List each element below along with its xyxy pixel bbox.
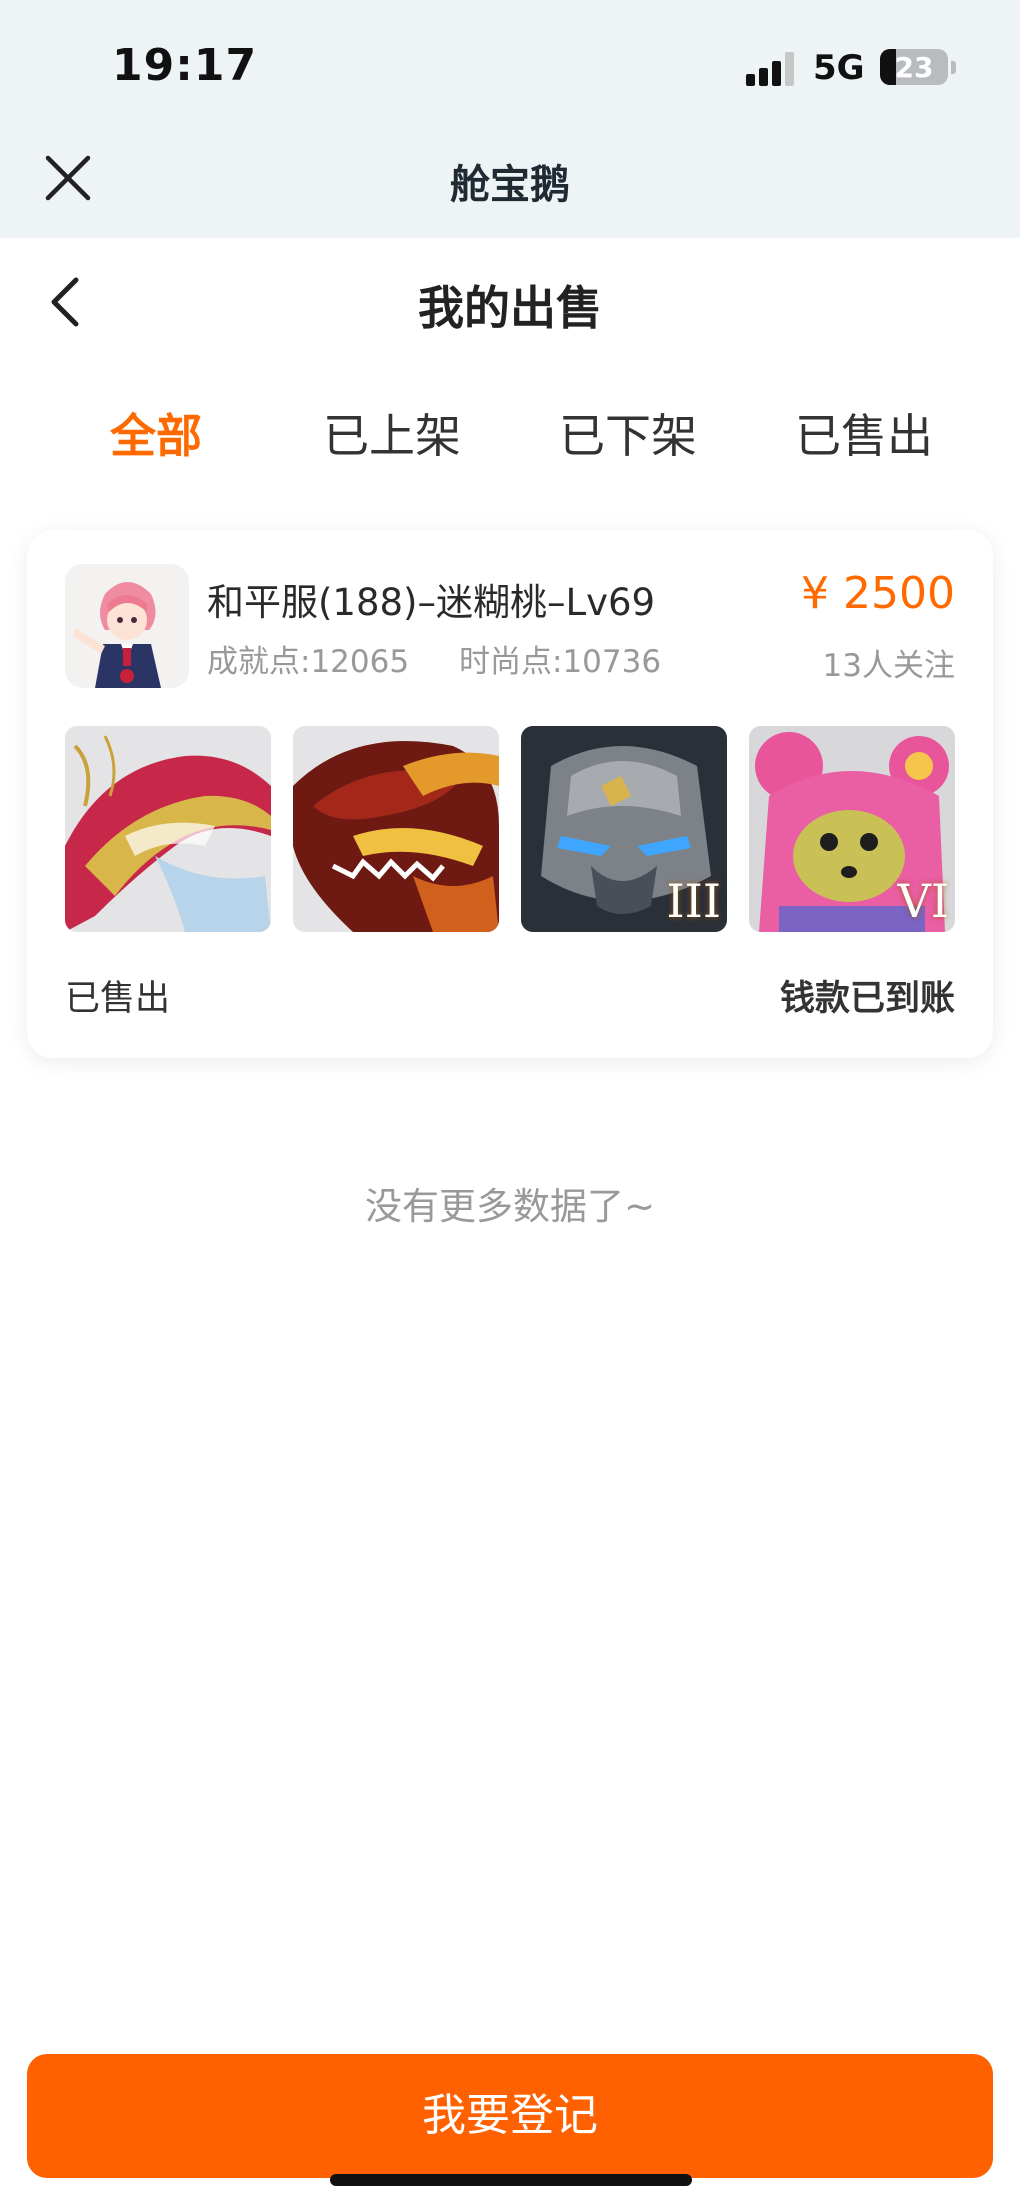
- network-label: 5G: [813, 48, 865, 88]
- tab-all[interactable]: 全部: [56, 400, 256, 466]
- tab-bar: 全部 已上架 已下架 已售出: [0, 400, 1020, 470]
- character-avatar: [65, 564, 189, 688]
- sale-status: 已售出: [65, 979, 171, 1019]
- item-thumbnail[interactable]: VI: [749, 726, 955, 932]
- battery-icon: 23: [880, 49, 948, 85]
- page-title: 我的出售: [418, 281, 602, 335]
- item-thumbnail[interactable]: III: [521, 726, 727, 932]
- battery-cap: [951, 61, 956, 74]
- signal-icon: [746, 52, 796, 86]
- home-indicator: [330, 2174, 692, 2186]
- register-button[interactable]: 我要登记: [27, 2054, 993, 2178]
- dragon-skin-icon: [65, 726, 271, 932]
- item-thumbnail[interactable]: [65, 726, 271, 932]
- fashion-points: 时尚点:10736: [459, 644, 662, 680]
- listing-price: ¥ 2500: [801, 568, 955, 619]
- follower-count: 13人关注: [822, 648, 955, 684]
- no-more-data-text: 没有更多数据了~: [364, 1185, 655, 1228]
- listing-card[interactable]: 和平服(188)–迷糊桃–Lv69 成就点:12065 时尚点:10736 ¥ …: [27, 530, 993, 1058]
- tab-listed[interactable]: 已上架: [292, 400, 492, 466]
- battery-level: 23: [894, 51, 934, 84]
- app-title: 舱宝鹅: [450, 162, 570, 208]
- tab-delisted[interactable]: 已下架: [528, 400, 728, 466]
- listing-title: 和平服(188)–迷糊桃–Lv69: [207, 581, 656, 624]
- achievement-points: 成就点:12065: [207, 644, 410, 680]
- status-time: 19:17: [112, 40, 258, 91]
- top-bar: 19:17 5G 23 舱宝鹅: [0, 0, 1020, 238]
- tab-sold[interactable]: 已售出: [764, 400, 964, 466]
- rank-badge: III: [666, 874, 721, 928]
- rank-badge: VI: [897, 874, 949, 928]
- payment-status: 钱款已到账: [779, 979, 955, 1019]
- item-thumbnail[interactable]: [293, 726, 499, 932]
- fire-dragon-head-icon: [293, 726, 499, 932]
